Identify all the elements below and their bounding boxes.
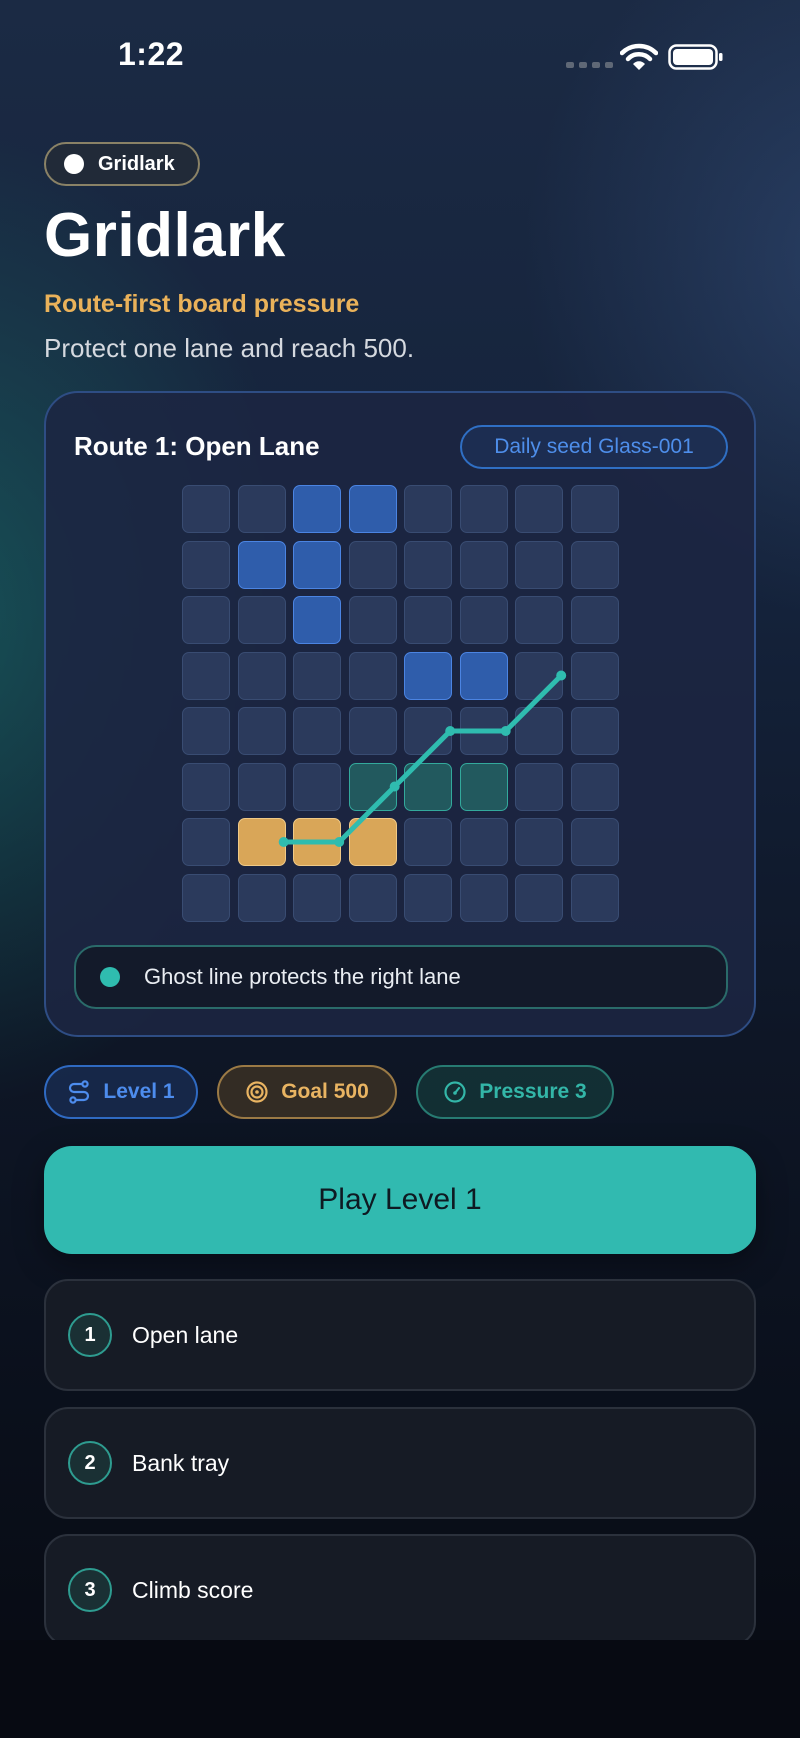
route-point (389, 781, 400, 792)
level-badge[interactable]: Level 1 (44, 1065, 198, 1119)
battery-icon (668, 44, 723, 70)
cellular-signal-icon (566, 62, 613, 68)
route-point (500, 726, 511, 736)
target-icon (246, 1081, 268, 1103)
step-number-badge: 3 (68, 1568, 112, 1612)
route-title: Route 1: Open Lane (74, 431, 320, 461)
app-chip-label: Gridlark (98, 152, 175, 175)
route-polyline (281, 673, 564, 845)
route-ghost-line (278, 670, 567, 847)
step-label: Climb score (132, 1576, 254, 1603)
status-time: 1:22 (118, 36, 185, 72)
goal-badge[interactable]: Goal 500 (217, 1065, 397, 1119)
hint-banner: Ghost line protects the right lane (74, 945, 728, 1009)
step-item-climb-score[interactable]: 3 Climb score (44, 1534, 756, 1646)
step-label: Bank tray (132, 1449, 230, 1476)
goal-label: Goal 500 (281, 1080, 369, 1103)
hint-text: Ghost line protects the right lane (144, 964, 461, 989)
route-point (556, 670, 567, 681)
step-number-badge: 2 (68, 1441, 112, 1485)
route-point (334, 837, 345, 847)
daily-seed-badge[interactable]: Daily seed Glass-001 (460, 425, 728, 469)
game-board-grid[interactable] (182, 485, 619, 922)
dot-icon (100, 967, 120, 987)
step-item-open-lane[interactable]: 1 Open lane (44, 1279, 756, 1391)
wifi-icon (620, 43, 658, 70)
gauge-icon (444, 1081, 466, 1103)
page-title: Gridlark (44, 201, 286, 270)
route-point (445, 726, 456, 736)
route-point (278, 837, 289, 847)
step-item-bank-tray[interactable]: 2 Bank tray (44, 1407, 756, 1519)
page-subtitle: Route-first board pressure (44, 290, 360, 318)
board-card: Route 1: Open Lane Daily seed Glass-001 … (44, 391, 756, 1037)
step-label: Open lane (132, 1321, 239, 1348)
step-number-badge: 1 (68, 1313, 112, 1357)
level-label: Level 1 (103, 1080, 175, 1103)
play-level-button[interactable]: Play Level 1 (44, 1146, 756, 1254)
route-icon (69, 1080, 90, 1104)
bottom-fade (0, 1640, 800, 1738)
app-chip: Gridlark (44, 142, 200, 186)
pressure-label: Pressure 3 (479, 1080, 587, 1103)
dot-icon (64, 154, 84, 174)
pressure-badge[interactable]: Pressure 3 (416, 1065, 614, 1119)
page-description: Protect one lane and reach 500. (44, 333, 415, 363)
